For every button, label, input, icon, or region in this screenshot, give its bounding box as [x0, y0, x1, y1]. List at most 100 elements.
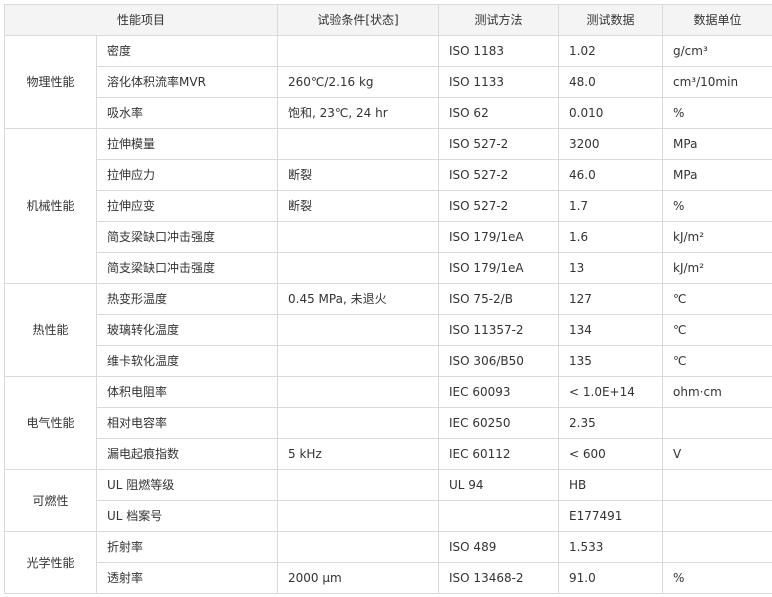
- value-cell: 1.6: [558, 221, 664, 253]
- method-cell: ISO 527-2: [438, 190, 560, 222]
- method-cell: IEC 60112: [438, 438, 560, 470]
- method-cell: ISO 179/1eA: [438, 252, 560, 284]
- property-cell: 体积电阻率: [95, 376, 279, 408]
- category-cell: 光学性能: [4, 531, 97, 594]
- condition-cell: [277, 35, 440, 67]
- condition-cell: 断裂: [277, 190, 440, 222]
- property-cell: 拉伸应力: [95, 159, 279, 191]
- table-row: 光学性能 折射率 ISO 489 1.533: [4, 531, 772, 594]
- property-cell: 透射率: [95, 562, 279, 594]
- unit-cell: MPa: [662, 159, 772, 191]
- condition-cell: [277, 376, 440, 408]
- method-cell: ISO 489: [438, 531, 560, 563]
- value-cell: 48.0: [558, 66, 664, 98]
- value-cell: 127: [558, 283, 664, 315]
- method-cell: ISO 11357-2: [438, 314, 560, 346]
- value-cell: 2.35: [558, 407, 664, 439]
- value-cell: 1.02: [558, 35, 664, 67]
- condition-cell: [277, 500, 440, 532]
- table-row: 可燃性 UL 阻燃等级 UL 94 HB: [4, 469, 772, 532]
- property-cell: 吸水率: [95, 97, 279, 129]
- method-cell: ISO 62: [438, 97, 560, 129]
- unit-cell: g/cm³: [662, 35, 772, 67]
- table-row: 电气性能 体积电阻率 IEC 60093 < 1.0E+14 ohm·cm: [4, 376, 772, 470]
- value-cell: 0.010: [558, 97, 664, 129]
- table-row: 玻璃转化温度 ISO 11357-2 134 ℃: [5, 314, 772, 346]
- condition-cell: [277, 407, 440, 439]
- value-cell: 134: [558, 314, 664, 346]
- condition-cell: [277, 531, 440, 563]
- table-row: 简支梁缺口冲击强度 ISO 179/1eA 1.6 kJ/m²: [5, 221, 772, 253]
- method-cell: ISO 1133: [438, 66, 560, 98]
- unit-cell: [662, 469, 772, 501]
- table-row: 溶化体积流率MVR 260℃/2.16 kg ISO 1133 48.0 cm³/10m…: [5, 66, 772, 98]
- property-cell: 维卡软化温度: [95, 345, 279, 377]
- header-test-data: 测试数据: [558, 4, 664, 36]
- unit-cell: %: [662, 562, 772, 594]
- property-cell: 简支梁缺口冲击强度: [95, 252, 279, 284]
- method-cell: [438, 500, 560, 532]
- property-cell: 拉伸应变: [95, 190, 279, 222]
- unit-cell: ℃: [662, 283, 772, 315]
- condition-cell: 2000 μm: [277, 562, 440, 594]
- table-row: UL 档案号 E177491: [5, 500, 772, 532]
- method-cell: IEC 60250: [438, 407, 560, 439]
- condition-cell: 断裂: [277, 159, 440, 191]
- property-cell: 热变形温度: [95, 283, 279, 315]
- unit-cell: kJ/m²: [662, 221, 772, 253]
- method-cell: ISO 1183: [438, 35, 560, 67]
- value-cell: 1.7: [558, 190, 664, 222]
- table-row: 透射率 2000 μm ISO 13468-2 91.0%: [5, 562, 772, 594]
- properties-table: 性能项目 试验条件[状态] 测试方法 测试数据 数据单位 物理性能 密度 ISO 1…: [3, 4, 772, 594]
- method-cell: ISO 527-2: [438, 159, 560, 191]
- table-row: 相对电容率 IEC 60250 2.35: [5, 407, 772, 439]
- table-row: 维卡软化温度 ISO 306/B50 135 ℃: [5, 345, 772, 377]
- value-cell: 3200: [558, 128, 664, 160]
- unit-cell: %: [662, 190, 772, 222]
- value-cell: 13: [558, 252, 664, 284]
- value-cell: HB: [558, 469, 664, 501]
- method-cell: ISO 75-2/B: [438, 283, 560, 315]
- unit-cell: cm³/10min: [662, 66, 772, 98]
- method-cell: ISO 306/B50: [438, 345, 560, 377]
- method-cell: UL 94: [438, 469, 560, 501]
- method-cell: IEC 60093: [438, 376, 560, 408]
- condition-cell: [277, 221, 440, 253]
- header-test-condition: 试验条件[状态]: [277, 4, 440, 36]
- unit-cell: ℃: [662, 345, 772, 377]
- header-property-item: 性能项目: [3, 4, 279, 36]
- unit-cell: [662, 407, 772, 439]
- property-cell: 拉伸模量: [95, 128, 279, 160]
- condition-cell: 饱和, 23℃, 24 hr: [277, 97, 440, 129]
- property-cell: 简支梁缺口冲击强度: [95, 221, 279, 253]
- method-cell: ISO 527-2: [438, 128, 560, 160]
- condition-cell: 5 kHz: [277, 438, 440, 470]
- table-row: 机械性能 拉伸模量 ISO 527-2 3200 MPa: [4, 128, 772, 284]
- condition-cell: [277, 469, 440, 501]
- table-row: 吸水率 饱和, 23℃, 24 hr ISO 62 0.010%: [5, 97, 772, 129]
- header-data-unit: 数据单位: [662, 4, 772, 36]
- value-cell: 135: [558, 345, 664, 377]
- table-row: 拉伸应变 断裂 ISO 527-2 1.7%: [5, 190, 772, 222]
- property-cell: 玻璃转化温度: [95, 314, 279, 346]
- value-cell: 91.0: [558, 562, 664, 594]
- condition-cell: [277, 128, 440, 160]
- value-cell: 1.533: [558, 531, 664, 563]
- method-cell: ISO 179/1eA: [438, 221, 560, 253]
- condition-cell: [277, 345, 440, 377]
- unit-cell: kJ/m²: [662, 252, 772, 284]
- condition-cell: [277, 252, 440, 284]
- unit-cell: [662, 531, 772, 563]
- property-cell: UL 档案号: [95, 500, 279, 532]
- category-cell: 机械性能: [4, 128, 97, 284]
- table-body: 物理性能 密度 ISO 1183 1.02 g/cm³ 溶化体积流率MVR 260℃/2.1…: [4, 35, 772, 594]
- table-row: 热性能 热变形温度 0.45 MPa, 未退火 ISO 75-2/B 127 ℃: [4, 283, 772, 377]
- category-cell: 物理性能: [4, 35, 97, 129]
- value-cell: < 600: [558, 438, 664, 470]
- table-row: 漏电起痕指数 5 kHz IEC 60112 < 600 V: [5, 438, 772, 470]
- property-cell: 溶化体积流率MVR: [95, 66, 279, 98]
- table-header: 性能项目 试验条件[状态] 测试方法 测试数据 数据单位: [3, 4, 772, 36]
- condition-cell: 0.45 MPa, 未退火: [277, 283, 440, 315]
- property-cell: UL 阻燃等级: [95, 469, 279, 501]
- category-cell: 可燃性: [4, 469, 97, 532]
